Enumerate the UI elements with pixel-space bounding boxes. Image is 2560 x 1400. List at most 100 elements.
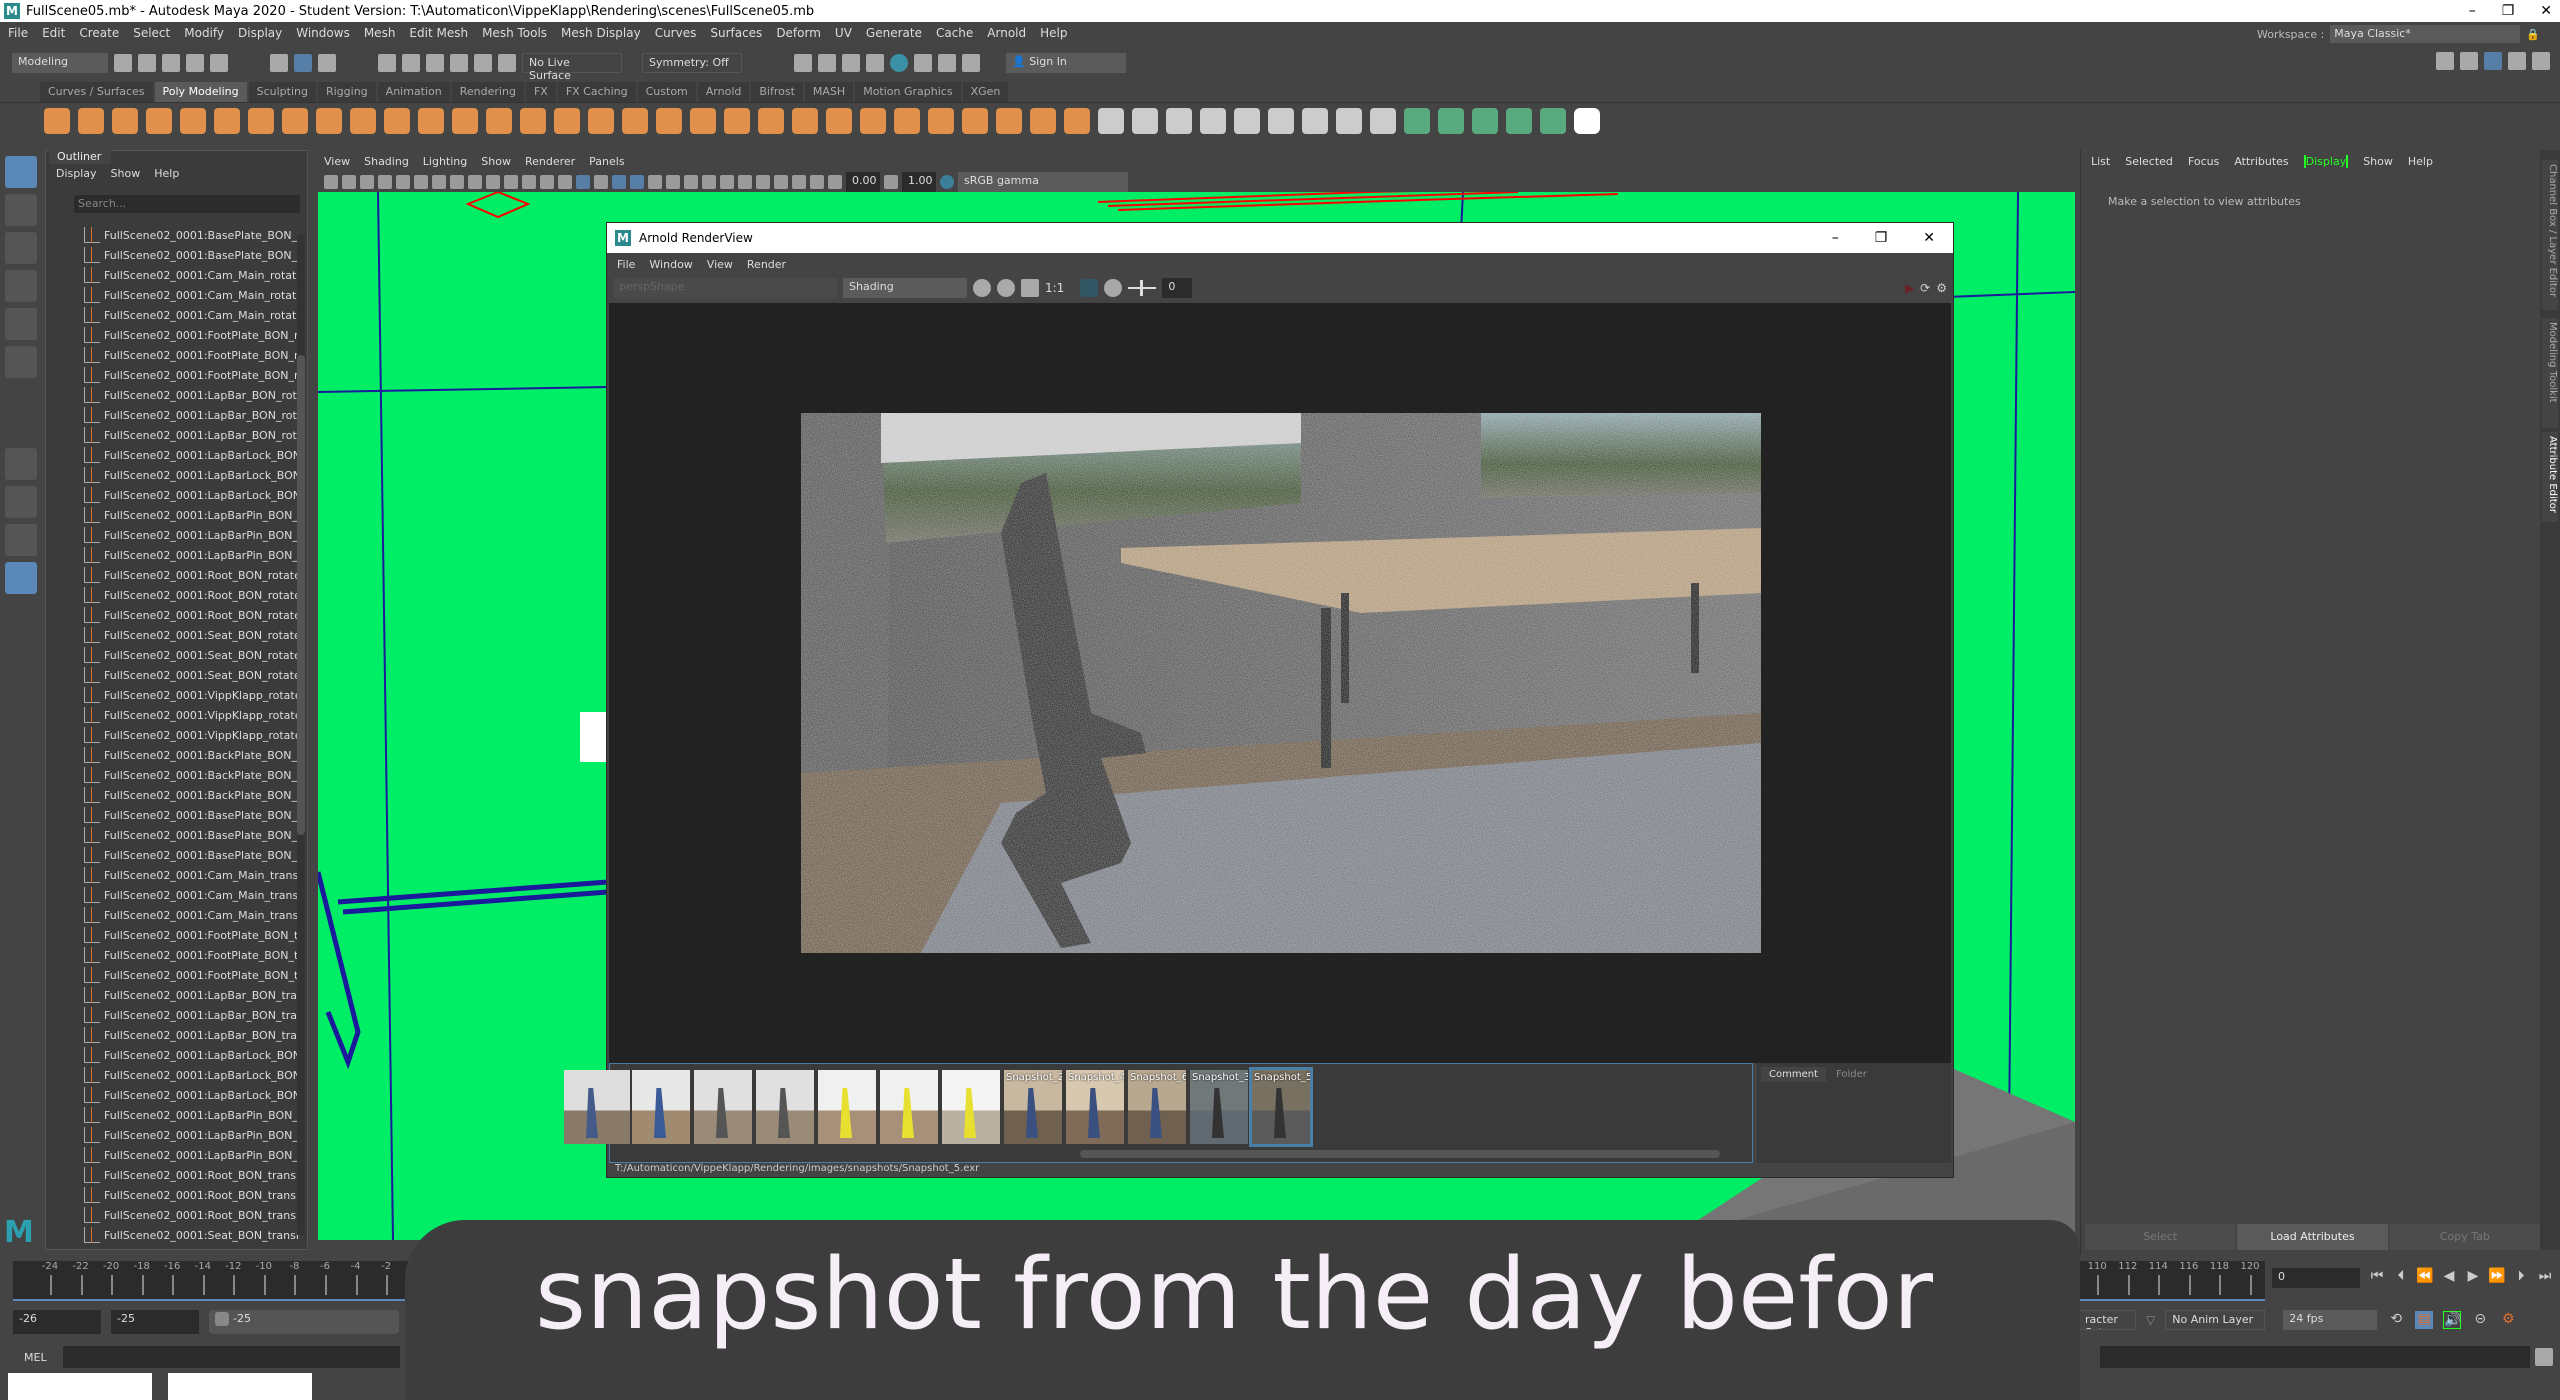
outliner-item[interactable]: FullScene02_0001:LapBarPin_BON_tra xyxy=(46,1125,298,1145)
motion-blur-icon[interactable] xyxy=(702,175,716,189)
close-button[interactable]: ✕ xyxy=(1923,223,1935,253)
xray-components-icon[interactable] xyxy=(810,175,824,189)
outliner-item[interactable]: FullScene02_0001:VippKlapp_rotateX xyxy=(46,685,298,705)
menu-display[interactable]: Display xyxy=(238,26,282,40)
attribute-editor-icon[interactable] xyxy=(2484,52,2502,70)
outliner-item[interactable]: FullScene02_0001:Seat_BON_rotateX xyxy=(46,625,298,645)
step-forward-icon[interactable]: ⏵ xyxy=(2512,1268,2530,1286)
step-back-icon[interactable]: ⏴ xyxy=(2392,1268,2410,1286)
camera-icon[interactable] xyxy=(324,175,338,189)
target-weld-icon[interactable] xyxy=(1132,108,1158,134)
layout-icon[interactable] xyxy=(5,562,37,594)
scale-tool-icon[interactable] xyxy=(5,346,37,378)
outliner-menu-help[interactable]: Help xyxy=(154,167,179,180)
uv-straighten-icon[interactable] xyxy=(1506,108,1532,134)
anim-prefs-icon[interactable]: ⚙ xyxy=(2499,1311,2517,1329)
display-channel-icon[interactable] xyxy=(973,279,991,297)
bevel-icon[interactable] xyxy=(962,108,988,134)
modeling-toolkit-tab[interactable]: Modeling Toolkit xyxy=(2542,318,2558,428)
attribute-menu-display[interactable]: Display xyxy=(2303,155,2349,168)
renderview-menu-file[interactable]: File xyxy=(617,258,635,271)
outliner-menu-show[interactable]: Show xyxy=(111,167,141,180)
menu-uv[interactable]: UV xyxy=(835,26,852,40)
viewport-menu-panels[interactable]: Panels xyxy=(589,155,624,168)
outliner-item[interactable]: FullScene02_0001:Root_BON_rotateY xyxy=(46,585,298,605)
mel-label[interactable]: MEL xyxy=(24,1351,47,1364)
select-object-icon[interactable] xyxy=(294,54,312,72)
crop-region-icon[interactable] xyxy=(1080,279,1099,297)
live-surface-field[interactable]: No Live Surface xyxy=(522,53,622,82)
go-to-end-icon[interactable]: ⏭ xyxy=(2536,1268,2554,1286)
menu-select[interactable]: Select xyxy=(133,26,170,40)
snapshot-thumbnail[interactable] xyxy=(942,1070,1000,1144)
outliner-scrollbar[interactable] xyxy=(297,235,305,1235)
default-material-icon[interactable] xyxy=(594,175,608,189)
redo-icon[interactable] xyxy=(210,54,228,72)
shelf-tab-custom[interactable]: Custom xyxy=(637,82,696,102)
menu-surfaces[interactable]: Surfaces xyxy=(710,26,762,40)
outliner-item[interactable]: FullScene02_0001:Seat_BON_rotateY xyxy=(46,645,298,665)
snap-curve-icon[interactable] xyxy=(402,54,420,72)
outliner-item[interactable]: FullScene02_0001:LapBarLock_BON_tr xyxy=(46,1065,298,1085)
save-scene-icon[interactable] xyxy=(162,54,180,72)
menu-arnold[interactable]: Arnold xyxy=(987,26,1026,40)
gamma-field[interactable]: 1.00 xyxy=(902,172,936,192)
shelf-tab-poly-modeling[interactable]: Poly Modeling xyxy=(154,82,247,102)
viewport-menu-show[interactable]: Show xyxy=(481,155,511,168)
snapshot-thumbnail[interactable]: Snapshot_3 xyxy=(1190,1070,1248,1144)
safe-title-icon[interactable] xyxy=(540,175,554,189)
snap-point-icon[interactable] xyxy=(426,54,444,72)
menu-mesh[interactable]: Mesh xyxy=(364,26,396,40)
shelf-tab-mash[interactable]: MASH xyxy=(804,82,854,102)
snapshot-thumbnail[interactable]: Snapshot_2 xyxy=(1004,1070,1062,1144)
render-settings-icon[interactable] xyxy=(866,54,884,72)
shelf-tab-rendering[interactable]: Rendering xyxy=(451,82,524,102)
minimize-button[interactable]: – xyxy=(2469,0,2476,22)
menu-generate[interactable]: Generate xyxy=(866,26,922,40)
outliner-item[interactable]: FullScene02_0001:LapBar_BON_transl xyxy=(46,985,298,1005)
svg-icon[interactable] xyxy=(384,108,410,134)
play-forward-icon[interactable]: ▶ xyxy=(2464,1268,2482,1286)
snap-projected-icon[interactable] xyxy=(450,54,468,72)
chevron-down-icon[interactable]: ▽ xyxy=(2146,1313,2155,1327)
hypershade-icon[interactable] xyxy=(890,54,908,72)
outliner-menu-display[interactable]: Display xyxy=(56,167,97,180)
outliner-item[interactable]: FullScene02_0001:FootPlate_BON_tra xyxy=(46,925,298,945)
extract-icon[interactable] xyxy=(588,108,614,134)
outliner-item[interactable]: FullScene02_0001:Root_BON_rotateZ xyxy=(46,605,298,625)
tool-settings-icon[interactable] xyxy=(2508,52,2526,70)
uv-unfold-icon[interactable] xyxy=(1404,108,1430,134)
light-editor-icon[interactable] xyxy=(938,54,956,72)
modeling-toolkit-icon[interactable] xyxy=(2436,52,2454,70)
next-key-icon[interactable]: ⏩ xyxy=(2488,1268,2506,1286)
shelf-tab-bifrost[interactable]: Bifrost xyxy=(751,82,803,102)
select-tool-icon[interactable] xyxy=(5,156,37,188)
cylinder-icon[interactable] xyxy=(112,108,138,134)
menu-help[interactable]: Help xyxy=(1040,26,1067,40)
exposure-slider[interactable] xyxy=(1128,280,1157,296)
2d-pan-icon[interactable] xyxy=(396,175,410,189)
viewport-menu-view[interactable]: View xyxy=(324,155,350,168)
folder-tab[interactable]: Folder xyxy=(1828,1067,1875,1082)
auto-key-icon[interactable]: ⊝ xyxy=(2471,1311,2489,1329)
symmetry-field[interactable]: Symmetry: Off xyxy=(642,53,742,73)
minimized-window[interactable] xyxy=(8,1373,152,1400)
open-scene-icon[interactable] xyxy=(138,54,156,72)
super-shape-icon[interactable] xyxy=(316,108,342,134)
outliner-item[interactable]: FullScene02_0001:FootPlate_BON_rot xyxy=(46,365,298,385)
uv-toolkit-icon[interactable] xyxy=(1574,108,1600,134)
snapshot-thumbnail[interactable]: Snapshot_4 xyxy=(1066,1070,1124,1144)
sign-in-dropdown[interactable]: 👤 Sign In xyxy=(1006,53,1126,73)
shelf-tab-arnold[interactable]: Arnold xyxy=(697,82,750,102)
attribute-menu-help[interactable]: Help xyxy=(2408,155,2433,168)
depth-of-field-icon[interactable] xyxy=(738,175,752,189)
snapshot-thumbnail[interactable] xyxy=(756,1070,814,1144)
menu-create[interactable]: Create xyxy=(79,26,119,40)
ipr-render-icon[interactable] xyxy=(842,54,860,72)
outliner-item[interactable]: FullScene02_0001:BackPlate_BON_trai xyxy=(46,745,298,765)
aov-dropdown[interactable]: Shading xyxy=(843,278,967,298)
four-view-icon[interactable] xyxy=(5,486,37,518)
outliner-item[interactable]: FullScene02_0001:BasePlate_BON_trai xyxy=(46,805,298,825)
edge-flow-icon[interactable] xyxy=(1234,108,1260,134)
viewport-menu-lighting[interactable]: Lighting xyxy=(423,155,467,168)
